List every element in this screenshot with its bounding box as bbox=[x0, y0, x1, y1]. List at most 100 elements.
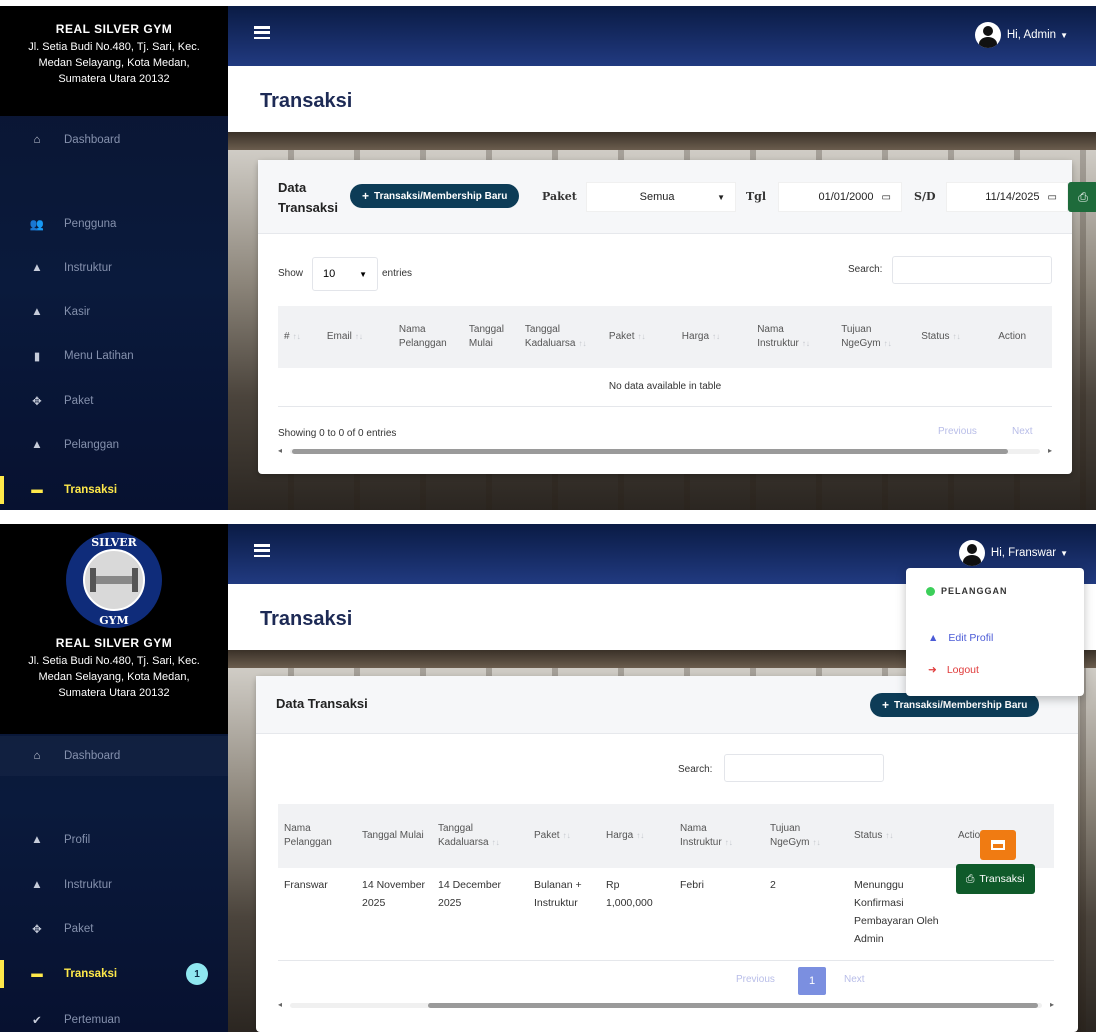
column-header[interactable]: Harga ↑↓ bbox=[600, 804, 674, 868]
new-transaction-button[interactable]: + Transaksi/Membership Baru bbox=[350, 184, 520, 208]
user-menu[interactable]: Hi, Admin ▼ bbox=[974, 22, 1068, 48]
previous-button[interactable]: Previous bbox=[938, 426, 977, 437]
edit-profile-link[interactable]: ▲ Edit Profil bbox=[928, 632, 993, 644]
role-text: PELANGGAN bbox=[941, 586, 1008, 596]
sidebar-item-label: Instruktur bbox=[64, 262, 112, 274]
scroll-left-icon[interactable]: ◂ bbox=[278, 1000, 282, 1009]
sidebar-item-profil[interactable]: ▲ Profil bbox=[0, 820, 228, 860]
cell-instruktur: Febri bbox=[680, 879, 704, 891]
scroll-left-icon[interactable]: ◂ bbox=[278, 446, 282, 455]
users-icon: 👥 bbox=[29, 219, 45, 231]
caret-down-icon: ▼ bbox=[1060, 30, 1068, 40]
column-header[interactable]: Tanggal Kadaluarsa ↑↓ bbox=[432, 804, 528, 868]
hamburger-menu-icon[interactable] bbox=[254, 544, 270, 557]
sidebar-item-dashboard[interactable]: ⌂ Dashboard bbox=[0, 736, 228, 776]
card-icon: ▬ bbox=[31, 968, 43, 980]
column-header[interactable]: Nama Pelanggan bbox=[393, 306, 463, 368]
print-button[interactable]: ⎙ bbox=[1068, 182, 1096, 212]
search-label: Search: bbox=[848, 264, 883, 275]
transaction-card: Data Transaksi + Transaksi/Membership Ba… bbox=[256, 676, 1078, 1032]
column-header[interactable]: Paket ↑↓ bbox=[528, 804, 600, 868]
user-icon: ▲ bbox=[31, 834, 43, 846]
role-label: PELANGGAN bbox=[926, 586, 1008, 596]
print-icon: ⎙ bbox=[1078, 189, 1088, 204]
card-title-line1: Data bbox=[278, 180, 307, 195]
sidebar-item-pengguna[interactable]: 👥 Pengguna bbox=[0, 204, 228, 244]
scroll-right-icon[interactable]: ▸ bbox=[1050, 1000, 1054, 1009]
cell-kadaluarsa: 14 December 2025 bbox=[438, 879, 502, 909]
home-icon: ⌂ bbox=[33, 134, 41, 146]
plus-icon: + bbox=[362, 189, 370, 203]
column-header[interactable]: Nama Instruktur ↑↓ bbox=[674, 804, 764, 868]
user-menu[interactable]: Hi, Franswar ▼ bbox=[958, 540, 1068, 566]
column-header[interactable]: Nama Pelanggan bbox=[278, 804, 356, 868]
data-table: Nama Pelanggan Tanggal Mulai Tanggal Kad… bbox=[278, 804, 1054, 961]
hamburger-menu-icon[interactable] bbox=[254, 26, 270, 39]
column-header[interactable]: Tanggal Mulai bbox=[356, 804, 432, 868]
sidebar-item-menu-latihan[interactable]: ▮ Menu Latihan bbox=[0, 336, 228, 376]
sidebar-item-kasir[interactable]: ▲ Kasir bbox=[0, 292, 228, 332]
page-title: Transaksi bbox=[260, 90, 353, 112]
notification-badge: 1 bbox=[186, 963, 208, 985]
transaction-card: Data Transaksi + Transaksi/Membership Ba… bbox=[258, 160, 1072, 474]
column-header[interactable]: Tujuan NgeGym ↑↓ bbox=[764, 804, 848, 868]
sidebar-item-paket[interactable]: ✥ Paket bbox=[0, 381, 228, 421]
cell-tujuan: 2 bbox=[770, 879, 776, 891]
sidebar-item-label: Dashboard bbox=[64, 750, 121, 762]
sidebar-item-dashboard[interactable]: ⌂ Dashboard bbox=[0, 120, 228, 160]
sidebar-item-label: Pengguna bbox=[64, 218, 117, 230]
table-header-row: Nama Pelanggan Tanggal Mulai Tanggal Kad… bbox=[278, 804, 1054, 868]
column-header[interactable]: Status ↑↓ bbox=[848, 804, 952, 868]
date-from-input[interactable]: 01/01/2000 ▭ bbox=[778, 182, 902, 212]
column-header[interactable]: Action bbox=[992, 306, 1052, 368]
entries-select[interactable]: 10 ▼ bbox=[312, 257, 378, 291]
chevron-down-icon: ▼ bbox=[717, 192, 725, 202]
search-input[interactable] bbox=[724, 754, 884, 782]
horizontal-scrollbar[interactable]: ◂ ▸ bbox=[278, 1000, 1054, 1010]
column-header[interactable]: Nama Instruktur ↑↓ bbox=[751, 306, 835, 368]
column-header[interactable]: Tanggal Kadaluarsa ↑↓ bbox=[519, 306, 603, 368]
sidebar-item-instruktur[interactable]: ▲ Instruktur bbox=[0, 865, 228, 905]
sidebar-item-transaksi[interactable]: ▬ Transaksi bbox=[0, 470, 228, 510]
sidebar-item-label: Pelanggan bbox=[64, 439, 119, 451]
sidebar-item-label: Pertemuan bbox=[64, 1014, 121, 1026]
column-header[interactable]: Email ↑↓ bbox=[321, 306, 393, 368]
column-header[interactable]: Tujuan NgeGym ↑↓ bbox=[835, 306, 915, 368]
next-button[interactable]: Next bbox=[1012, 426, 1033, 437]
search-input[interactable] bbox=[892, 256, 1052, 284]
sidebar-item-pelanggan[interactable]: ▲ Pelanggan bbox=[0, 425, 228, 465]
user-greeting: Hi, Admin bbox=[1006, 29, 1057, 41]
sidebar: REAL SILVER GYM Jl. Setia Budi No.480, T… bbox=[0, 6, 228, 510]
user-dropdown: PELANGGAN ▲ Edit Profil ➜ Logout bbox=[906, 568, 1084, 696]
print-transaction-button[interactable]: ⎙ Transaksi bbox=[956, 864, 1035, 894]
member-screenshot: SILVER GYM REAL SILVER GYM Jl. Setia Bud… bbox=[0, 524, 1096, 1032]
page-1-button[interactable]: 1 bbox=[798, 967, 826, 995]
horizontal-scrollbar[interactable]: ◂ ▸ bbox=[278, 446, 1052, 456]
column-header[interactable]: Status ↑↓ bbox=[915, 306, 992, 368]
date-to-input[interactable]: 11/14/2025 ▭ bbox=[946, 182, 1068, 212]
sidebar-item-paket[interactable]: ✥ Paket bbox=[0, 909, 228, 949]
column-header[interactable]: Paket ↑↓ bbox=[603, 306, 676, 368]
card-icon bbox=[991, 840, 1005, 850]
sidebar-item-pertemuan[interactable]: ✔ Pertemuan bbox=[0, 1000, 228, 1032]
previous-button[interactable]: Previous bbox=[736, 974, 775, 985]
sidebar-item-label: Kasir bbox=[64, 306, 91, 318]
logout-link[interactable]: ➜ Logout bbox=[928, 664, 979, 676]
brand-address-2: Medan Selayang, Kota Medan, bbox=[38, 57, 190, 69]
sidebar-item-label: Dashboard bbox=[64, 134, 121, 146]
brand-block: REAL SILVER GYM Jl. Setia Budi No.480, T… bbox=[0, 6, 228, 116]
column-header[interactable]: Harga ↑↓ bbox=[676, 306, 751, 368]
paket-select[interactable]: Semua ▼ bbox=[586, 182, 736, 212]
logout-label: Logout bbox=[946, 664, 979, 676]
column-header[interactable]: Tanggal Mulai bbox=[463, 306, 519, 368]
entries-value: 10 bbox=[323, 268, 336, 280]
card-title: Data Transaksi bbox=[278, 178, 338, 218]
column-header[interactable]: # ↑↓ bbox=[278, 306, 321, 368]
payment-button[interactable] bbox=[980, 830, 1016, 860]
scroll-right-icon[interactable]: ▸ bbox=[1048, 446, 1052, 455]
new-transaction-button[interactable]: + Transaksi/Membership Baru bbox=[870, 693, 1040, 717]
next-button[interactable]: Next bbox=[844, 974, 865, 985]
sidebar-item-instruktur[interactable]: ▲ Instruktur bbox=[0, 248, 228, 288]
sidebar-item-transaksi[interactable]: ▬ Transaksi 1 bbox=[0, 954, 228, 994]
show-label: Show bbox=[278, 268, 304, 279]
